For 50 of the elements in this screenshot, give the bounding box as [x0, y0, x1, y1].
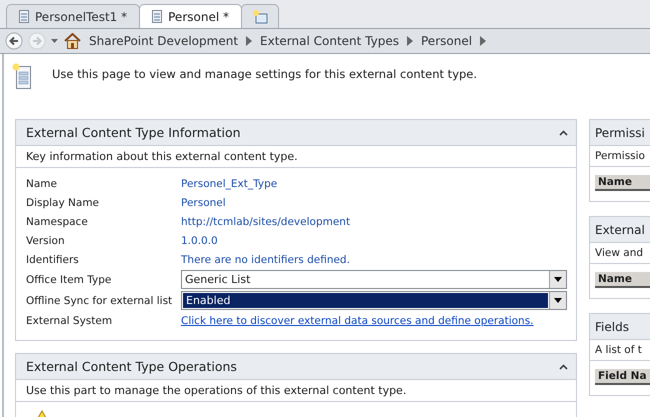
breadcrumb-link[interactable]: Personel: [418, 34, 476, 48]
new-tab-button[interactable]: [240, 4, 279, 28]
field-label: Version: [26, 234, 66, 246]
field-label: Identifiers: [26, 254, 80, 266]
document-icon: [12, 63, 34, 91]
home-icon: [64, 33, 81, 49]
field-value: 1.0.0.0: [181, 234, 218, 246]
panel-description: Permissio: [595, 150, 645, 162]
panel-description: View and: [595, 247, 644, 259]
dropdown-field[interactable]: Generic List: [181, 270, 567, 289]
back-button[interactable]: [5, 32, 23, 50]
field-value: Personel: [181, 196, 226, 208]
field-label: Office Item Type: [26, 274, 112, 286]
chevron-icon: [407, 36, 413, 46]
panel-title: Fields: [595, 320, 629, 334]
chevron-icon: [480, 36, 486, 46]
chevron-icon: [246, 36, 252, 46]
field-label: Offline Sync for external list: [26, 294, 174, 306]
document-icon: [19, 10, 29, 23]
panel-title: External Content Type Operations: [26, 359, 237, 374]
field-value: Personel_Ext_Type: [181, 178, 278, 190]
document-icon: [152, 10, 162, 23]
document-tab[interactable]: PersonelTest1 *: [6, 4, 140, 28]
caret-icon[interactable]: [51, 38, 59, 44]
new-tab-icon: [252, 9, 268, 24]
collapse-icon[interactable]: [559, 130, 568, 136]
collapse-icon[interactable]: [559, 364, 568, 370]
panel-title: External: [595, 222, 645, 236]
breadcrumb-link[interactable]: SharePoint Development: [86, 34, 242, 48]
breadcrumb-link[interactable]: External Content Types: [257, 34, 402, 48]
panel-description: Use this part to manage the operations of this external content type.: [26, 384, 406, 397]
column-header: Name: [595, 272, 650, 288]
discover-link[interactable]: Click here to discover external data sources and define operations.: [181, 314, 534, 326]
field-label: Display Name: [26, 196, 100, 208]
panel-description: A list of t: [595, 344, 642, 356]
panel-title: Permissi: [595, 126, 645, 140]
field-label: External System: [26, 314, 114, 326]
field-value: There are no identifiers defined.: [181, 254, 350, 266]
document-tab[interactable]: Personel *: [139, 4, 242, 28]
dropdown-arrow-icon[interactable]: [554, 277, 562, 282]
panel-title: External Content Type Information: [26, 125, 241, 140]
field-label: Namespace: [26, 216, 89, 228]
column-header: Name: [595, 175, 650, 191]
dropdown-arrow-icon[interactable]: [554, 298, 562, 303]
dropdown-field[interactable]: Enabled: [181, 291, 567, 310]
field-label: Name: [26, 178, 58, 190]
column-header: Field Na: [595, 369, 650, 385]
field-value: http://tcmlab/sites/development: [181, 216, 350, 228]
panel-description: Key information about this external content type.: [26, 150, 298, 163]
intro-text: Use this page to view and manage settings for this external content type.: [52, 66, 478, 83]
